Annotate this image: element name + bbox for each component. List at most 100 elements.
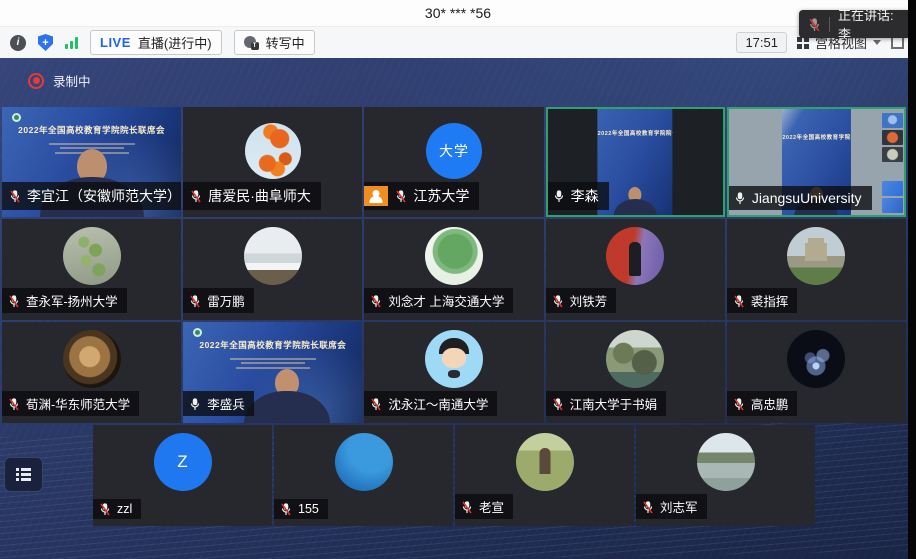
university-logo-icon bbox=[12, 113, 21, 122]
participant-nameplate: 高忠鹏 bbox=[727, 391, 798, 416]
participant-nameplate: 裘指挥 bbox=[727, 288, 798, 313]
mic-muted-icon bbox=[808, 17, 821, 32]
participant-video-person bbox=[613, 187, 657, 217]
live-streaming-button[interactable]: LIVE 直播(进行中) bbox=[90, 30, 222, 55]
mic-icon bbox=[552, 397, 564, 411]
conference-banner-text: 2022年全国高校教育学院院长联席会 bbox=[782, 133, 850, 141]
participant-nameplate: 沈永江～南通大学 bbox=[364, 391, 497, 416]
participant-tile[interactable]: 老宣 bbox=[455, 425, 634, 526]
participant-name: 李森 bbox=[571, 186, 599, 206]
mic-icon bbox=[99, 502, 111, 516]
meeting-clock: 17:51 bbox=[736, 32, 787, 53]
avatar bbox=[244, 227, 302, 285]
participant-name: 雷万鹏 bbox=[207, 291, 245, 310]
participant-tile[interactable]: 高忠鹏 bbox=[727, 322, 906, 423]
mic-icon bbox=[642, 500, 654, 514]
avatar bbox=[63, 330, 121, 388]
participant-name: 唐爱民·曲阜师大 bbox=[208, 186, 311, 206]
participant-name: 荀渊-华东师范大学 bbox=[26, 394, 130, 413]
mic-icon bbox=[552, 294, 564, 308]
desktop-edge bbox=[908, 0, 916, 559]
participant-tile[interactable]: 查永军-扬州大学 bbox=[2, 219, 181, 320]
participant-tile[interactable]: 2022年全国高校教育学院院长联席会 李盛兵 bbox=[183, 322, 362, 423]
participant-tile[interactable]: 荀渊-华东师范大学 bbox=[2, 322, 181, 423]
university-logo-icon bbox=[193, 328, 202, 337]
live-status-label: 直播(进行中) bbox=[138, 33, 212, 52]
participant-video-person bbox=[244, 369, 330, 423]
participant-name: 裘指挥 bbox=[751, 291, 789, 310]
meeting-info-icon[interactable]: i bbox=[10, 35, 26, 51]
security-shield-icon[interactable]: + bbox=[38, 34, 53, 51]
avatar bbox=[606, 227, 664, 285]
participant-nameplate: 雷万鹏 bbox=[183, 288, 254, 313]
avatar bbox=[606, 330, 664, 388]
participant-tile[interactable]: 刘念才 上海交通大学 bbox=[364, 219, 543, 320]
participant-tile[interactable]: 雷万鹏 bbox=[183, 219, 362, 320]
participant-tile[interactable]: 沈永江～南通大学 bbox=[364, 322, 543, 423]
participant-tile[interactable]: 唐爱民·曲阜师大 bbox=[183, 107, 362, 217]
avatar bbox=[245, 123, 301, 179]
participant-name: 查永军-扬州大学 bbox=[26, 291, 118, 310]
participant-name: 李盛兵 bbox=[207, 394, 245, 413]
participant-tile[interactable]: 155 bbox=[274, 425, 453, 526]
mic-icon bbox=[280, 502, 292, 516]
participant-name: 江苏大学 bbox=[413, 186, 469, 206]
participant-tile[interactable]: 江南大学于书娟 bbox=[546, 322, 725, 423]
recording-indicator: 录制中 bbox=[28, 71, 91, 90]
participant-nameplate: 李宜江（安徽师范大学） bbox=[2, 182, 181, 210]
participant-nameplate: 唐爱民·曲阜师大 bbox=[183, 182, 321, 210]
participant-name: 刘铁芳 bbox=[570, 291, 608, 310]
meeting-toolbar: i + LIVE 直播(进行中) T 转写中 17:51 宫格视图 bbox=[0, 26, 916, 59]
participant-name: 江南大学于书娟 bbox=[570, 394, 658, 413]
mic-icon bbox=[733, 294, 745, 308]
participant-tile[interactable]: 大学 江苏大学 bbox=[364, 107, 543, 217]
participant-tile[interactable]: 2022年全国高校教育学院院长联席会 李森 bbox=[546, 107, 725, 217]
participant-tile[interactable]: 刘志军 bbox=[636, 425, 815, 526]
mic-icon bbox=[8, 294, 20, 308]
participant-nameplate: 李盛兵 bbox=[183, 391, 254, 416]
avatar bbox=[425, 330, 483, 388]
mic-icon bbox=[8, 397, 20, 411]
meeting-window: 30* *** *56 i + LIVE 直播(进行中) T 转写中 17:51… bbox=[0, 0, 916, 559]
participant-nameplate: 荀渊-华东师范大学 bbox=[2, 391, 139, 416]
mic-icon bbox=[9, 189, 21, 203]
participant-nameplate: 刘念才 上海交通大学 bbox=[364, 288, 513, 313]
account-phone-title: 30* *** *56 bbox=[425, 5, 491, 21]
network-signal-icon[interactable] bbox=[65, 37, 78, 49]
participant-tile[interactable]: 2022年全国高校教育学院院长联席会 李宜江（安徽师范大学） bbox=[2, 107, 181, 217]
mic-icon bbox=[461, 500, 473, 514]
avatar bbox=[787, 330, 845, 388]
mic-icon bbox=[734, 191, 746, 205]
participant-name: 沈永江～南通大学 bbox=[388, 394, 488, 413]
video-stage: 录制中 2022年全国高校教育学院院长联席会 李宜江（安徽师范大学） bbox=[0, 58, 908, 559]
live-badge: LIVE bbox=[100, 35, 131, 50]
record-dot-icon bbox=[28, 73, 44, 89]
speaking-toast: 正在讲话: 李 bbox=[799, 10, 908, 38]
participant-nameplate: 老宣 bbox=[455, 494, 513, 519]
participant-name: 155 bbox=[298, 502, 319, 516]
participant-tile[interactable]: 刘铁芳 bbox=[546, 219, 725, 320]
participant-grid: 2022年全国高校教育学院院长联席会 李宜江（安徽师范大学） bbox=[0, 107, 908, 528]
participant-nameplate: zzl bbox=[93, 499, 141, 519]
speaking-label: 正在讲话: 李 bbox=[838, 10, 908, 38]
participant-list-toggle[interactable] bbox=[4, 457, 43, 492]
participant-name: 刘念才 上海交通大学 bbox=[388, 291, 504, 310]
transcription-status-label: 转写中 bbox=[266, 33, 305, 52]
participant-nameplate: JiangsuUniversity bbox=[727, 186, 872, 210]
mic-icon bbox=[189, 397, 201, 411]
avatar bbox=[335, 433, 393, 491]
avatar bbox=[63, 227, 121, 285]
participant-nameplate: 李森 bbox=[546, 182, 609, 210]
grid-view-icon bbox=[797, 37, 809, 49]
participant-nameplate: 江南大学于书娟 bbox=[546, 391, 667, 416]
conference-banner-text: 2022年全国高校教育学院院长联席会 bbox=[598, 129, 673, 137]
avatar bbox=[697, 433, 755, 491]
transcription-icon: T bbox=[244, 36, 259, 50]
participant-name: JiangsuUniversity bbox=[752, 190, 862, 206]
mic-icon bbox=[395, 189, 407, 203]
participant-tile[interactable]: 裘指挥 bbox=[727, 219, 906, 320]
shared-screen-thumbnails bbox=[882, 113, 903, 215]
participant-tile[interactable]: 2022年全国高校教育学院院长联席会 JiangsuUniversity bbox=[727, 107, 906, 217]
transcription-button[interactable]: T 转写中 bbox=[234, 30, 315, 55]
participant-tile[interactable]: Z zzl bbox=[93, 425, 272, 526]
